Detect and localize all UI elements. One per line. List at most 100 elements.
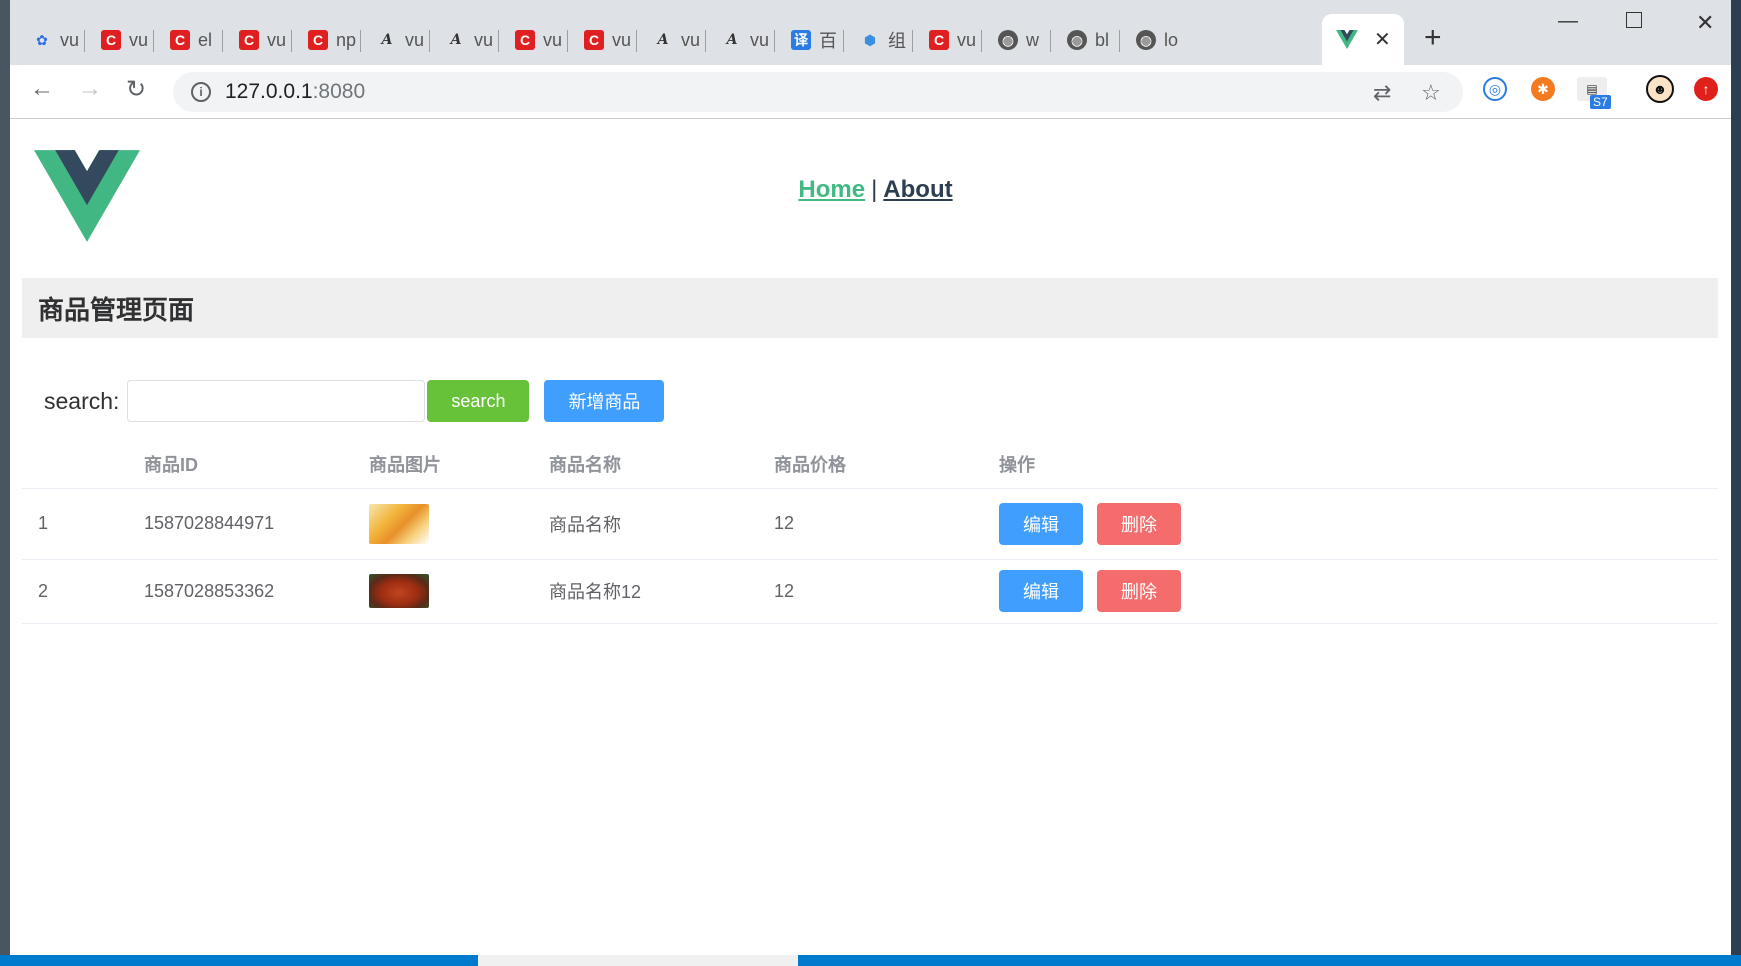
csdn-icon: C <box>239 30 259 50</box>
edit-button[interactable]: 编辑 <box>999 570 1083 612</box>
csdn-icon: C <box>515 30 535 50</box>
product-id: 1587028853362 <box>128 559 353 624</box>
nav-about-link[interactable]: About <box>883 176 952 203</box>
row-index: 2 <box>22 559 128 624</box>
search-extension-icon[interactable]: ◎ <box>1483 77 1507 101</box>
url-text: 127.0.0.1:8080 <box>225 80 366 103</box>
vue-logo-icon <box>1336 30 1358 49</box>
browser-toolbar: ← → ↻ i 127.0.0.1:8080 ⇄ ☆ ◎ ✱ ▤ S7 ☻ ↑ <box>10 65 1741 119</box>
page-title: 商品管理页面 <box>38 294 195 325</box>
close-tab-icon[interactable]: ✕ <box>1374 27 1391 52</box>
column-header-actions: 操作 <box>983 440 1718 489</box>
tab[interactable]: Avu <box>377 20 430 60</box>
update-icon[interactable]: ↑ <box>1694 77 1718 101</box>
tab[interactable]: Cvu <box>929 20 982 60</box>
desktop-edge-left <box>0 0 10 966</box>
tab[interactable]: Cvu <box>239 20 292 60</box>
csdn-icon: C <box>170 30 190 50</box>
product-price: 12 <box>758 488 983 560</box>
tab[interactable]: ◍ bl <box>1067 20 1120 60</box>
info-icon[interactable]: i <box>191 82 211 102</box>
add-product-button[interactable]: 新增商品 <box>544 380 665 422</box>
tab[interactable]: Cvu <box>101 20 154 60</box>
column-header-name: 商品名称 <box>533 440 758 489</box>
a-logo-icon: A <box>381 32 393 48</box>
csdn-icon: C <box>101 30 121 50</box>
editor-status-bar <box>0 955 1741 966</box>
globe-icon: ◍ <box>1136 30 1156 50</box>
product-id: 1587028844971 <box>128 488 353 560</box>
column-header-price: 商品价格 <box>758 440 983 489</box>
tab[interactable]: Cvu <box>584 20 637 60</box>
column-header-id: 商品ID <box>128 440 353 489</box>
active-tab[interactable]: ✕ <box>1322 14 1404 65</box>
bookmark-star-icon[interactable]: ☆ <box>1421 80 1441 106</box>
table-row: 2 1587028853362 商品名称12 12 编辑 删除 <box>22 559 1718 624</box>
nav-home-link[interactable]: Home <box>798 176 865 203</box>
hexagon-icon: ⬢ <box>863 31 877 48</box>
minimize-icon[interactable]: — <box>1558 10 1578 33</box>
search-row: search: search 新增商品 <box>44 380 665 422</box>
desktop-edge-right <box>1731 0 1741 966</box>
tab[interactable]: Avu <box>446 20 499 60</box>
search-label: search: <box>44 387 120 414</box>
tab[interactable]: Cnp <box>308 20 361 60</box>
top-nav: Home | About <box>10 176 1741 204</box>
tab[interactable]: Cvu <box>515 20 568 60</box>
product-price: 12 <box>758 559 983 624</box>
csdn-icon: C <box>584 30 604 50</box>
reload-icon[interactable]: ↻ <box>126 75 146 104</box>
forward-icon[interactable]: → <box>78 75 102 103</box>
delete-button[interactable]: 删除 <box>1097 570 1181 612</box>
new-tab-button[interactable]: + <box>1424 22 1442 54</box>
a-logo-icon: A <box>657 32 669 48</box>
tab[interactable]: Avu <box>653 20 706 60</box>
column-header-index <box>22 440 128 489</box>
tab[interactable]: ⬢ 组 <box>860 20 913 60</box>
nav-separator: | <box>871 176 878 203</box>
csdn-icon: C <box>929 30 949 50</box>
tab-strip: ✿ vu Cvu Cel Cvu Cnp Avu Avu Cvu Cvu Avu … <box>10 0 1741 65</box>
maximize-icon[interactable] <box>1626 12 1642 28</box>
table-header-row: 商品ID 商品图片 商品名称 商品价格 操作 <box>22 440 1718 489</box>
product-image-cell <box>353 559 533 624</box>
page-content: Home | About 商品管理页面 search: search 新增商品 商品… <box>10 120 1741 955</box>
tab[interactable]: ✿ vu <box>32 20 85 60</box>
window-close-icon[interactable]: ✕ <box>1696 10 1714 36</box>
tab[interactable]: ◍ w <box>998 20 1051 60</box>
globe-icon: ◍ <box>998 30 1018 50</box>
table-row: 1 1587028844971 商品名称 12 编辑 删除 <box>22 488 1718 560</box>
address-bar[interactable]: i 127.0.0.1:8080 ⇄ ☆ <box>173 72 1463 112</box>
tab[interactable]: Cel <box>170 20 223 60</box>
tab[interactable]: Avu <box>722 20 775 60</box>
row-index: 1 <box>22 488 128 560</box>
row-actions: 编辑 删除 <box>983 559 1718 624</box>
search-button[interactable]: search <box>427 380 530 422</box>
product-table: 商品ID 商品图片 商品名称 商品价格 操作 1 1587028844971 商… <box>22 440 1718 624</box>
translate-icon: 译 <box>791 30 811 50</box>
product-name: 商品名称12 <box>533 559 758 624</box>
baidu-paw-icon: ✿ <box>36 31 48 48</box>
orange-extension-icon[interactable]: ✱ <box>1531 77 1555 101</box>
product-image <box>369 503 429 544</box>
tab[interactable]: ◍ lo <box>1136 20 1184 60</box>
back-icon[interactable]: ← <box>30 75 54 103</box>
edit-button[interactable]: 编辑 <box>999 502 1083 545</box>
globe-icon: ◍ <box>1067 30 1087 50</box>
taskbar-item[interactable] <box>478 955 798 966</box>
delete-button[interactable]: 删除 <box>1097 502 1181 545</box>
search-input[interactable] <box>127 380 426 422</box>
product-name: 商品名称 <box>533 488 758 560</box>
column-header-image: 商品图片 <box>353 440 533 489</box>
csdn-icon: C <box>308 30 328 50</box>
page-header: 商品管理页面 <box>22 278 1718 338</box>
avatar[interactable]: ☻ <box>1646 75 1674 103</box>
product-image <box>369 574 429 608</box>
a-logo-icon: A <box>450 32 462 48</box>
row-actions: 编辑 删除 <box>983 488 1718 560</box>
translate-page-icon[interactable]: ⇄ <box>1373 80 1391 106</box>
browser-window: ✿ vu Cvu Cel Cvu Cnp Avu Avu Cvu Cvu Avu … <box>10 0 1741 955</box>
extension-badge: S7 <box>1590 95 1611 109</box>
a-logo-icon: A <box>726 32 738 48</box>
tab[interactable]: 译百 <box>791 20 844 60</box>
